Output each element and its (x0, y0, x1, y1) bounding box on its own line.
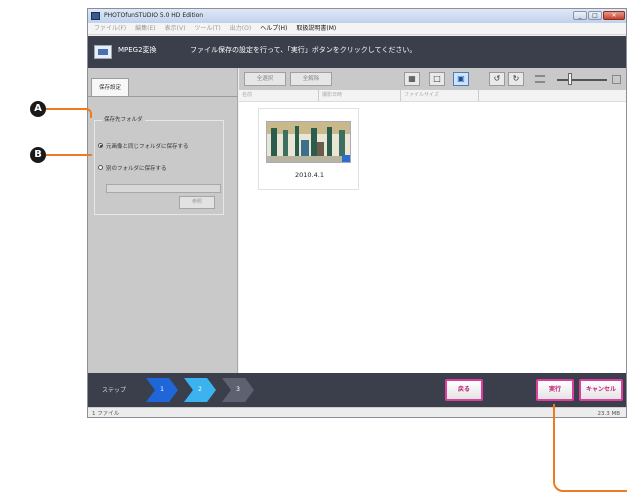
settings-panel: 保存設定 保存先フォルダ 元画像と同じフォルダに保存する 別のフォルダに保存する… (88, 68, 238, 373)
step-bar: ステップ 1 2 3 戻る 実行 キャンセル (88, 373, 626, 407)
single-view-icon[interactable]: □ (429, 72, 445, 86)
group-label: 保存先フォルダ (102, 115, 145, 123)
thumbnail-image (266, 121, 351, 163)
thumbnail-date: 2010.4.1 (295, 171, 324, 179)
callout-b-badge: B (30, 147, 46, 163)
zoom-slider-track[interactable] (557, 79, 607, 81)
browse-button[interactable]: 参照 (179, 196, 215, 209)
menu-view[interactable]: 表示(V) (165, 23, 186, 34)
option-other-folder-label: 別のフォルダに保存する (106, 166, 167, 172)
status-bar: 1 ファイル 23.3 MB (88, 407, 626, 417)
mpeg2-convert-icon (94, 45, 112, 59)
menu-tools[interactable]: ツール(T) (194, 23, 220, 34)
photo-floor (267, 156, 350, 162)
zoom-slider-thumb[interactable] (568, 73, 572, 85)
large-grid-icon[interactable] (612, 75, 621, 84)
step-1: 1 (146, 378, 178, 402)
window-title: PHOTOfunSTUDIO 5.0 HD Edition (104, 12, 204, 19)
photo-thumbnail (267, 122, 350, 162)
maximize-button[interactable]: □ (588, 11, 602, 20)
minimize-button[interactable]: _ (573, 11, 587, 20)
option-same-folder-label: 元画像と同じフォルダに保存する (106, 144, 189, 150)
view-mode-icon[interactable]: ▦ (404, 72, 420, 86)
column-header: 名前 撮影日時 ファイルサイズ (239, 90, 626, 102)
callout-a-line (46, 108, 88, 110)
rotate-right-icon[interactable]: ↻ (508, 72, 524, 86)
file-count: 1 ファイル (92, 411, 120, 417)
close-button[interactable]: ✕ (603, 11, 625, 20)
menu-edit[interactable]: 編集(E) (135, 23, 155, 34)
instruction-message: ファイル保存の設定を行って、「実行」ボタンをクリックしてください。 (190, 46, 417, 54)
menu-file[interactable]: ファイル(F) (94, 23, 126, 34)
menu-help[interactable]: ヘルプ(H) (260, 23, 287, 34)
app-icon (91, 12, 100, 20)
thumbnail-view-icon[interactable]: ▣ (453, 72, 469, 86)
callout-b-line (46, 154, 92, 156)
thumbnail-card[interactable]: 2010.4.1 (258, 108, 359, 190)
video-badge-icon (342, 155, 350, 162)
window-controls: _ □ ✕ (573, 11, 625, 21)
step-label: ステップ (102, 387, 127, 394)
callout-a-badge: A (30, 101, 46, 117)
menu-manual[interactable]: 取扱説明書(M) (296, 23, 336, 34)
cancel-button[interactable]: キャンセル (579, 379, 623, 401)
app-window: PHOTOfunSTUDIO 5.0 HD Edition _ □ ✕ ファイル… (87, 8, 627, 418)
folder-path-field[interactable] (106, 184, 221, 193)
step-2: 2 (184, 378, 216, 402)
back-button[interactable]: 戻る (445, 379, 483, 401)
deselect-all-button[interactable]: 全解除 (290, 72, 332, 86)
photo-top (267, 122, 350, 134)
tab-row: 保存設定 (88, 72, 238, 97)
callout-execute-line (553, 404, 627, 492)
select-all-button[interactable]: 全選択 (244, 72, 286, 86)
title-bar[interactable]: PHOTOfunSTUDIO 5.0 HD Edition _ □ ✕ (88, 9, 626, 23)
list-icon[interactable] (535, 75, 545, 83)
rotate-left-icon[interactable]: ↺ (489, 72, 505, 86)
photo-person (301, 140, 309, 158)
radio-other-folder[interactable] (98, 165, 103, 170)
execute-button[interactable]: 実行 (536, 379, 574, 401)
photo-person (317, 142, 324, 158)
column-name[interactable]: 名前 (239, 90, 319, 101)
menu-output[interactable]: 出力(O) (230, 23, 251, 34)
column-size[interactable]: ファイルサイズ (401, 90, 479, 101)
column-date[interactable]: 撮影日時 (319, 90, 401, 101)
page-title: MPEG2変換 (118, 46, 157, 54)
page-header: MPEG2変換 ファイル保存の設定を行って、「実行」ボタンをクリックしてください… (88, 36, 626, 68)
radio-same-folder[interactable] (98, 143, 103, 148)
toolbar: 全選択 全解除 ▦ □ ▣ ↺ ↻ (239, 68, 626, 90)
file-panel: 全選択 全解除 ▦ □ ▣ ↺ ↻ 名前 撮影日時 ファイルサイズ 2010.4… (239, 68, 626, 373)
menu-bar: ファイル(F) 編集(E) 表示(V) ツール(T) 出力(O) ヘルプ(H) … (88, 23, 626, 35)
tab-save-settings[interactable]: 保存設定 (91, 78, 129, 96)
step-3: 3 (222, 378, 254, 402)
